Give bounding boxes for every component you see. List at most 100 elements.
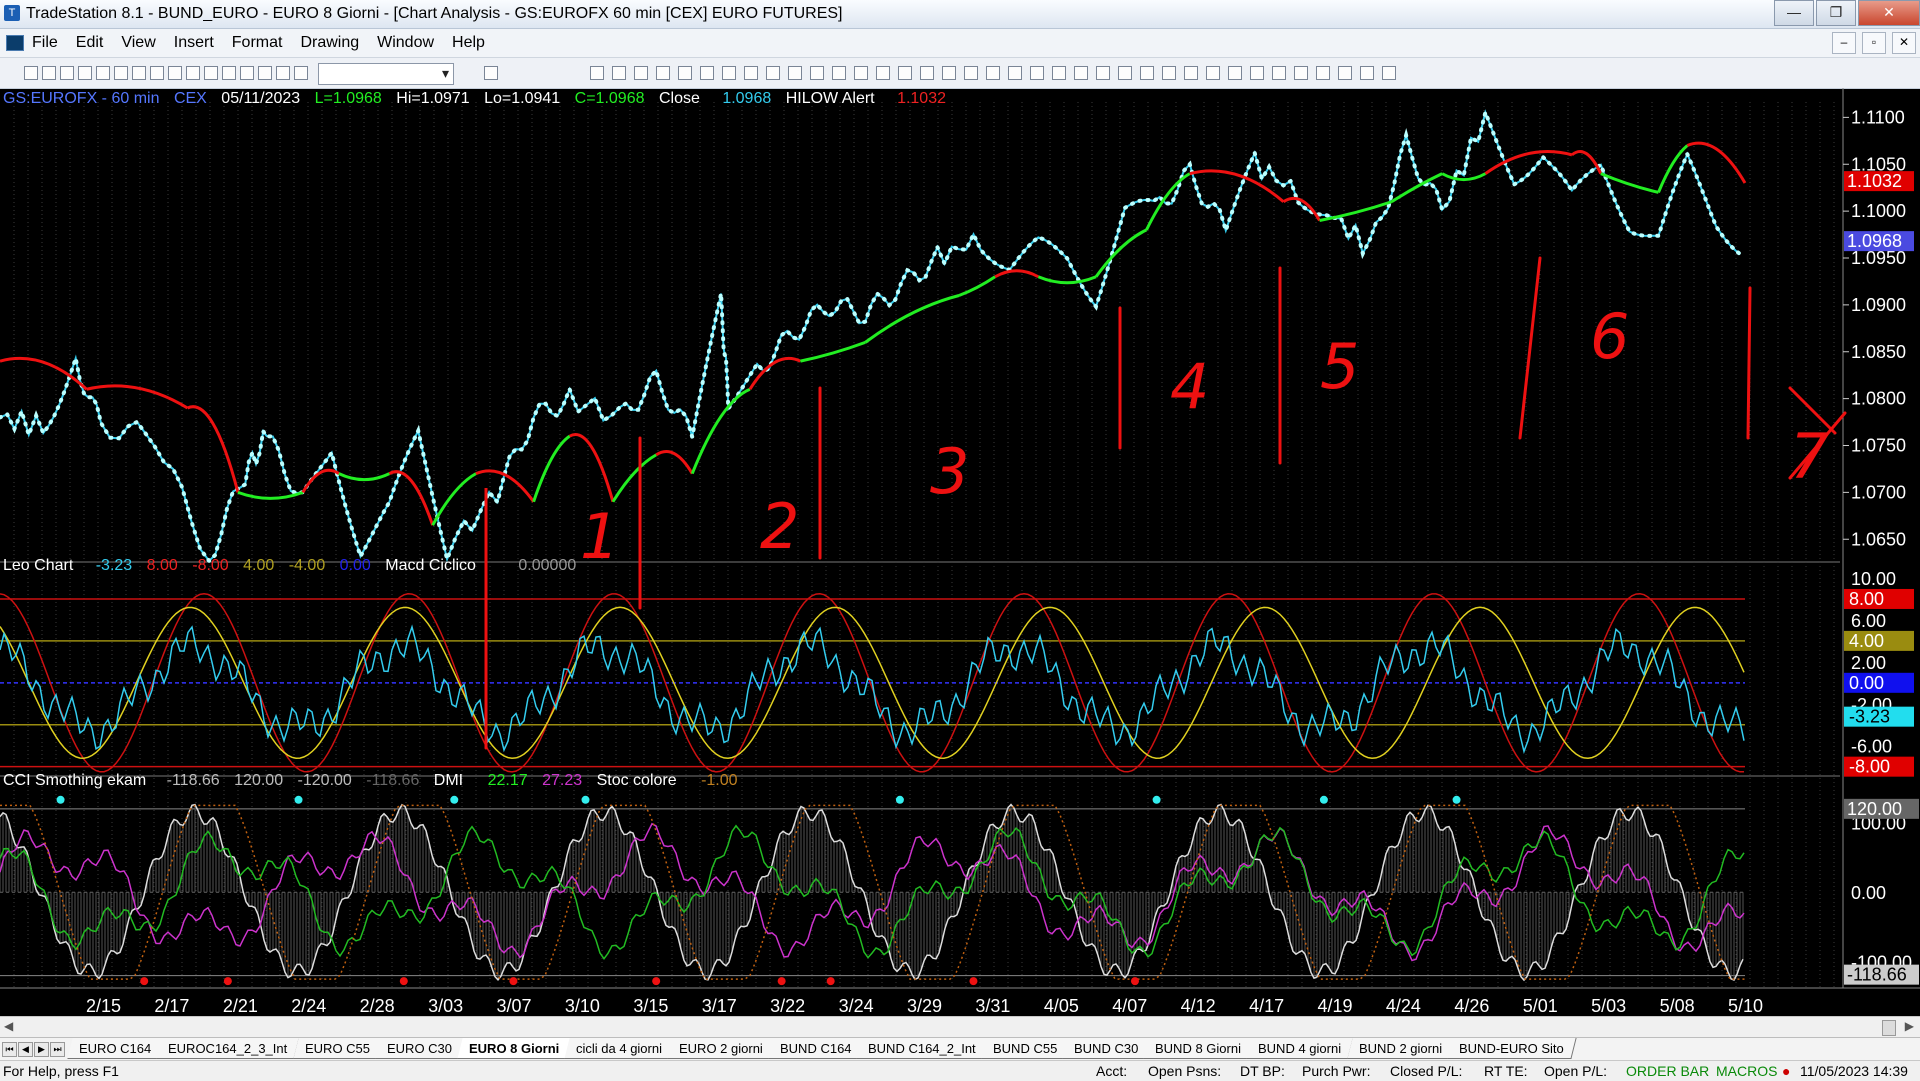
workspace-tab[interactable]: EUROC164_2_3_Int [156, 1038, 301, 1059]
toolbar-tool-icon[interactable] [722, 66, 736, 80]
toolbar-tool-icon[interactable] [1338, 66, 1352, 80]
toolbar-tool-icon[interactable] [60, 66, 74, 80]
toolbar-tool-icon[interactable] [1272, 66, 1286, 80]
toolbar-tool-icon[interactable] [294, 66, 308, 80]
toolbar-tool-icon[interactable] [222, 66, 236, 80]
tab-next-icon[interactable]: ▶ [34, 1042, 49, 1057]
toolbar-tool-icon[interactable] [656, 66, 670, 80]
menu-view[interactable]: View [121, 34, 155, 52]
chart-canvas[interactable]: 1.11001.10501.10001.09501.09001.08501.08… [0, 88, 1920, 1016]
toolbar-tool-icon[interactable] [240, 66, 254, 80]
workspace-tab[interactable]: BUND 2 giorni [1346, 1038, 1455, 1059]
toolbar-tool-icon[interactable] [1184, 66, 1198, 80]
toolbar-tool-icon[interactable] [42, 66, 56, 80]
toolbar-tool-icon[interactable] [1360, 66, 1374, 80]
menu-window[interactable]: Window [377, 34, 434, 52]
menu-edit[interactable]: Edit [76, 34, 104, 52]
workspace-tab[interactable]: cicli da 4 giorni [564, 1038, 675, 1059]
toolbar-tool-icon[interactable] [744, 66, 758, 80]
toolbar-tool-icon[interactable] [766, 66, 780, 80]
toolbar-tool-icon[interactable] [1382, 66, 1396, 80]
mdi-close-button[interactable]: ✕ [1892, 32, 1916, 54]
toolbar-tool-icon[interactable] [700, 66, 714, 80]
toolbar-tool-icon[interactable] [1250, 66, 1264, 80]
workspace-tab[interactable]: EURO C30 [374, 1038, 465, 1059]
toolbar-tool-icon[interactable] [1096, 66, 1110, 80]
workspace-tab[interactable]: EURO 2 giorni [667, 1038, 776, 1059]
symbol-combo[interactable] [318, 63, 454, 85]
stoc-bottom-marker [399, 977, 408, 986]
toolbar-tool-icon[interactable] [96, 66, 110, 80]
toolbar-tool-icon[interactable] [1052, 66, 1066, 80]
scroll-thumb[interactable] [1882, 1020, 1896, 1036]
toolbar-tool-icon[interactable] [634, 66, 648, 80]
toolbar-tool-icon[interactable] [204, 66, 218, 80]
mdi-restore-button[interactable]: ▫ [1862, 32, 1886, 54]
tab-prev-icon[interactable]: ◀ [18, 1042, 33, 1057]
menu-file[interactable]: File [32, 34, 58, 52]
scroll-right-icon[interactable]: ▶ [1905, 1019, 1914, 1033]
toolbar-tool-icon[interactable] [276, 66, 290, 80]
toolbar-tool-icon[interactable] [920, 66, 934, 80]
toolbar-tool-icon[interactable] [832, 66, 846, 80]
toolbar-tool-icon[interactable] [1316, 66, 1330, 80]
toolbar-tool-icon[interactable] [1140, 66, 1154, 80]
document-icon[interactable] [6, 35, 24, 51]
restore-button[interactable]: ❐ [1816, 0, 1856, 26]
toolbar-tool-icon[interactable] [942, 66, 956, 80]
toolbar-tool-icon[interactable] [1118, 66, 1132, 80]
toolbar-tool-icon[interactable] [1074, 66, 1088, 80]
hilow-segment [690, 387, 751, 475]
toolbar-tool-icon[interactable] [810, 66, 824, 80]
hilow-segment [655, 450, 694, 475]
minimize-button[interactable]: — [1774, 0, 1814, 26]
toolbar-tool-icon[interactable] [78, 66, 92, 80]
toolbar-tool-icon[interactable] [114, 66, 128, 80]
toolbar-tool-icon[interactable] [1228, 66, 1242, 80]
workspace-tab[interactable]: BUND 4 giorni [1246, 1038, 1355, 1059]
workspace-tab[interactable]: BUND C30 [1062, 1038, 1152, 1059]
toolbar-tool-icon[interactable] [1162, 66, 1176, 80]
toolbar-tool-icon[interactable] [186, 66, 200, 80]
workspace-tab-label: EURO C55 [304, 1041, 370, 1056]
macros-label[interactable]: MACROS [1716, 1063, 1777, 1079]
tab-first-icon[interactable]: ⏮ [2, 1042, 17, 1057]
toolbar-tool-icon[interactable] [876, 66, 890, 80]
horizontal-scrollbar[interactable]: ◀ ▶ [0, 1016, 1920, 1037]
scroll-left-icon[interactable]: ◀ [4, 1019, 13, 1033]
toolbar-tool-icon[interactable] [1206, 66, 1220, 80]
menu-drawing[interactable]: Drawing [300, 34, 359, 52]
toolbar-tool-icon[interactable] [1008, 66, 1022, 80]
workspace-tab[interactable]: BUND C164 [768, 1038, 864, 1059]
toolbar-tool-icon[interactable] [132, 66, 146, 80]
menu-help[interactable]: Help [452, 34, 485, 52]
workspace-tab[interactable]: EURO 8 Giorni [456, 1038, 572, 1059]
toolbar-tool-icon[interactable] [1030, 66, 1044, 80]
close-button[interactable]: ✕ [1858, 0, 1920, 26]
toolbar-tool-icon[interactable] [964, 66, 978, 80]
workspace-tab[interactable]: BUND 8 Giorni [1143, 1038, 1255, 1059]
workspace-tab[interactable]: BUND C55 [981, 1038, 1070, 1059]
toolbar-tool-icon[interactable] [168, 66, 182, 80]
toolbar-tool-icon[interactable] [788, 66, 802, 80]
toolbar-tool-icon[interactable] [986, 66, 1000, 80]
menu-insert[interactable]: Insert [174, 34, 214, 52]
toolbar-tool-icon[interactable] [258, 66, 272, 80]
toolbar-tool-icon[interactable] [612, 66, 626, 80]
mdi-minimize-button[interactable]: – [1832, 32, 1856, 54]
toolbar-tool-icon[interactable] [590, 66, 604, 80]
workspace-tab[interactable]: BUND C164_2_Int [856, 1038, 989, 1059]
toolbar-tool-icon[interactable] [678, 66, 692, 80]
tab-last-icon[interactable]: ⏭ [50, 1042, 65, 1057]
workspace-tab[interactable]: EURO C164 [67, 1038, 164, 1059]
order-bar-label[interactable]: ORDER BAR [1626, 1063, 1709, 1079]
menu-format[interactable]: Format [232, 34, 283, 52]
toolbar-tool-icon[interactable] [150, 66, 164, 80]
workspace-tab[interactable]: EURO C55 [292, 1038, 383, 1059]
toolbar-tool-icon[interactable] [854, 66, 868, 80]
toolbar-tool-icon[interactable] [484, 66, 498, 80]
workspace-tab[interactable]: BUND-EURO Sito [1447, 1038, 1576, 1059]
toolbar-tool-icon[interactable] [24, 66, 38, 80]
toolbar-tool-icon[interactable] [898, 66, 912, 80]
toolbar-tool-icon[interactable] [1294, 66, 1308, 80]
